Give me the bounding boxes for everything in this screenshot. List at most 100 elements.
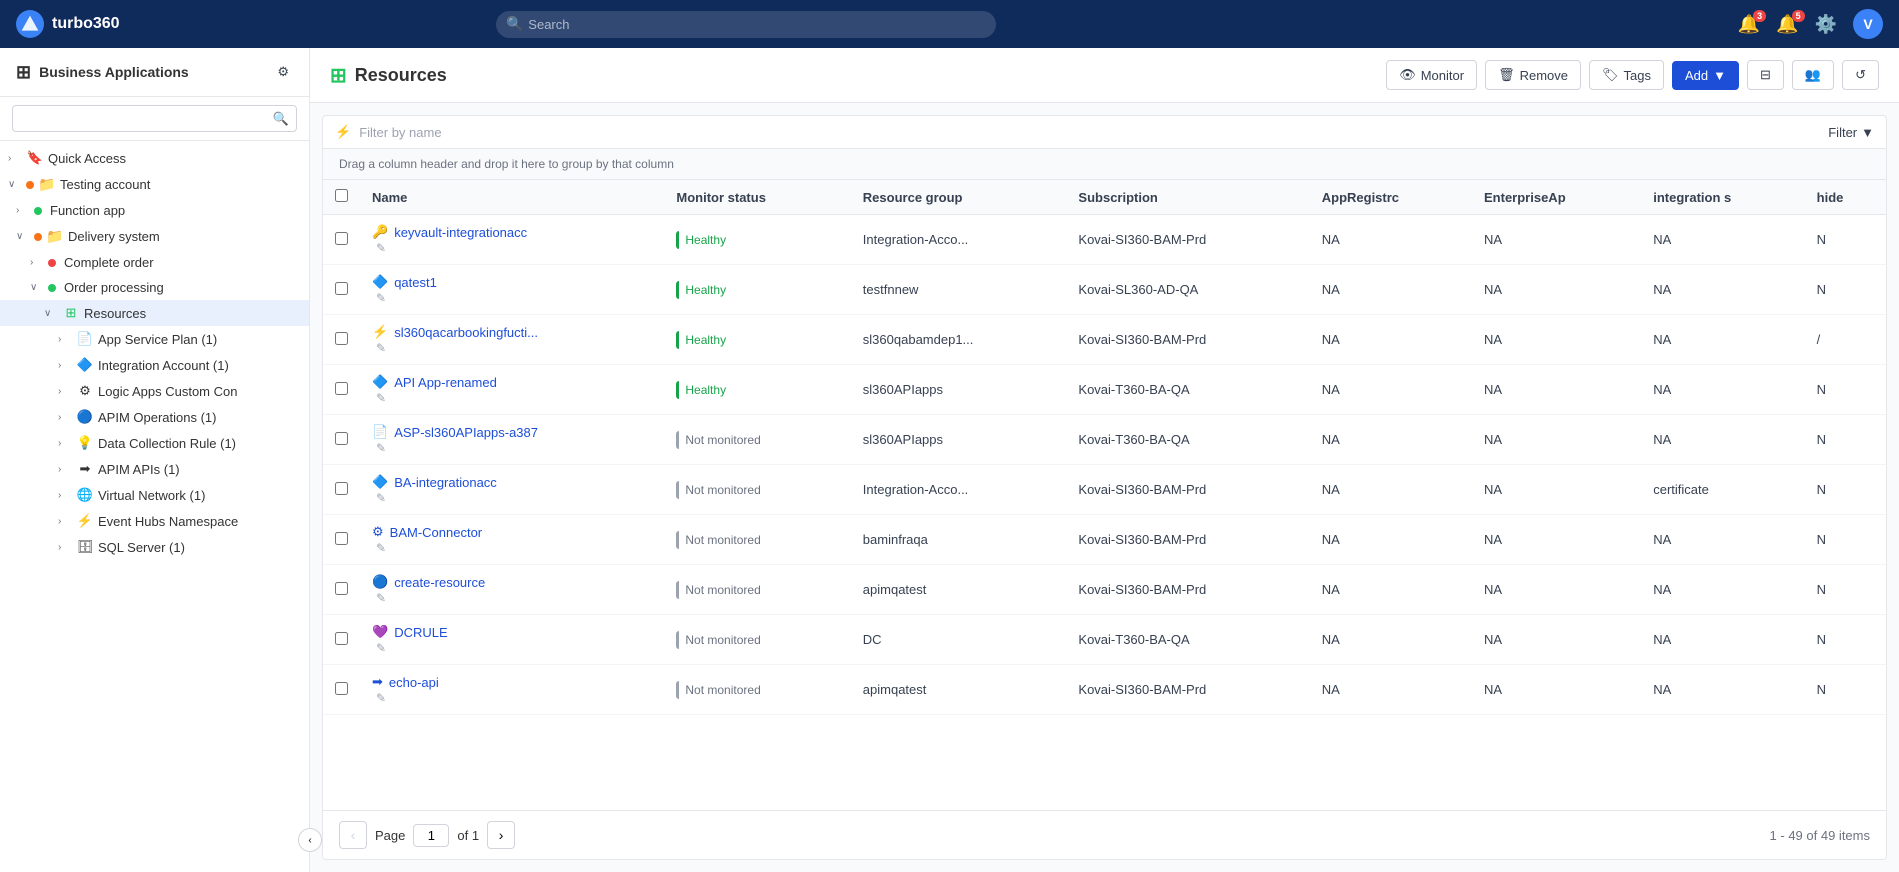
add-button[interactable]: Add ▼ bbox=[1672, 61, 1739, 90]
row-rg-cell-8: DC bbox=[851, 615, 1067, 665]
sidebar-settings-button[interactable]: ⚙ bbox=[273, 60, 293, 84]
resource-link-5[interactable]: 🔷 BA-integrationacc bbox=[372, 474, 652, 490]
alerts-button[interactable]: 🔔 5 bbox=[1776, 14, 1798, 35]
resource-link-1[interactable]: 🔷 qatest1 bbox=[372, 274, 652, 290]
resource-link-2[interactable]: ⚡ sl360qacarbookingfucti... bbox=[372, 324, 652, 340]
sidebar-collapse-button[interactable]: ‹ bbox=[298, 828, 322, 852]
page-input[interactable] bbox=[413, 824, 449, 847]
prev-page-button[interactable]: ‹ bbox=[339, 821, 367, 849]
sql-server-icon: 🗄 bbox=[76, 539, 94, 555]
delivery-system-arrow: ∨ bbox=[16, 231, 30, 242]
sidebar-item-apim-apis[interactable]: › ➡ APIM APIs (1) bbox=[0, 456, 309, 482]
app-logo[interactable]: turbo360 bbox=[16, 10, 120, 38]
edit-icon-2[interactable]: ✎ bbox=[376, 341, 386, 355]
edit-icon-7[interactable]: ✎ bbox=[376, 591, 386, 605]
resource-link-9[interactable]: ➡ echo-api bbox=[372, 674, 652, 690]
sidebar-item-apim-operations[interactable]: › 🔵 APIM Operations (1) bbox=[0, 404, 309, 430]
search-input[interactable] bbox=[496, 11, 996, 38]
edit-icon-9[interactable]: ✎ bbox=[376, 691, 386, 705]
row-hide-cell-1: N bbox=[1805, 265, 1886, 315]
virtual-network-icon: 🌐 bbox=[76, 487, 94, 503]
sidebar-item-event-hubs-namespace[interactable]: › ⚡ Event Hubs Namespace bbox=[0, 508, 309, 534]
row-sub-cell-6: Kovai-SI360-BAM-Prd bbox=[1066, 515, 1309, 565]
user-avatar[interactable]: V bbox=[1853, 9, 1883, 39]
edit-icon-8[interactable]: ✎ bbox=[376, 641, 386, 655]
row-checkbox-5[interactable] bbox=[335, 482, 348, 495]
sidebar-item-app-service-plan[interactable]: › 📄 App Service Plan (1) bbox=[0, 326, 309, 352]
sidebar-item-function-app[interactable]: › Function app bbox=[0, 198, 309, 223]
filter-chevron-icon: ▼ bbox=[1861, 125, 1874, 140]
next-page-button[interactable]: › bbox=[487, 821, 515, 849]
drag-hint: Drag a column header and drop it here to… bbox=[323, 149, 1886, 180]
filter-right[interactable]: Filter ▼ bbox=[1828, 125, 1874, 140]
monitor-button[interactable]: 👁 Monitor bbox=[1386, 60, 1477, 90]
row-checkbox-4[interactable] bbox=[335, 432, 348, 445]
testing-account-arrow: ∨ bbox=[8, 179, 22, 190]
event-hubs-icon: ⚡ bbox=[76, 513, 94, 529]
row-enterprise-cell-2: NA bbox=[1472, 315, 1641, 365]
row-checkbox-6[interactable] bbox=[335, 532, 348, 545]
row-enterprise-cell-4: NA bbox=[1472, 415, 1641, 465]
users-button[interactable]: 👥 bbox=[1792, 60, 1834, 90]
more-options-button[interactable]: ↺ bbox=[1842, 60, 1879, 90]
row-checkbox-7[interactable] bbox=[335, 582, 348, 595]
apim-operations-icon: 🔵 bbox=[76, 409, 94, 425]
sidebar-item-quick-access[interactable]: › 🔖 Quick Access bbox=[0, 145, 309, 171]
sidebar-item-virtual-network[interactable]: › 🌐 Virtual Network (1) bbox=[0, 482, 309, 508]
table-row: 🔷 qatest1 ✎ Healthy testfnnew Kovai-SL36… bbox=[323, 265, 1886, 315]
resource-icon-2: ⚡ bbox=[372, 324, 388, 340]
row-checkbox-1[interactable] bbox=[335, 282, 348, 295]
row-checkbox-8[interactable] bbox=[335, 632, 348, 645]
complete-order-label: Complete order bbox=[64, 255, 154, 270]
edit-icon-4[interactable]: ✎ bbox=[376, 441, 386, 455]
sidebar-item-data-collection-rule[interactable]: › 💡 Data Collection Rule (1) bbox=[0, 430, 309, 456]
row-integration-cell-4: NA bbox=[1641, 415, 1804, 465]
sidebar-item-complete-order[interactable]: › Complete order bbox=[0, 250, 309, 275]
select-all-checkbox[interactable] bbox=[335, 189, 348, 202]
resource-link-3[interactable]: 🔷 API App-renamed bbox=[372, 374, 652, 390]
row-checkbox-cell-6 bbox=[323, 515, 360, 565]
table-row: ➡ echo-api ✎ Not monitored apimqatest Ko… bbox=[323, 665, 1886, 715]
settings-button[interactable]: ⚙️ bbox=[1815, 14, 1837, 35]
resource-link-0[interactable]: 🔑 keyvault-integrationacc bbox=[372, 224, 652, 240]
sidebar-item-logic-apps-custom[interactable]: › ⚙ Logic Apps Custom Con bbox=[0, 378, 309, 404]
edit-icon-3[interactable]: ✎ bbox=[376, 391, 386, 405]
columns-button[interactable]: ⊟ bbox=[1747, 60, 1784, 90]
sidebar-item-resources[interactable]: ∨ ⊞ Resources bbox=[0, 300, 309, 326]
row-hide-cell-8: N bbox=[1805, 615, 1886, 665]
edit-icon-0[interactable]: ✎ bbox=[376, 241, 386, 255]
search-container: 🔍 bbox=[496, 11, 996, 38]
table-row: 🔑 keyvault-integrationacc ✎ Healthy Inte… bbox=[323, 215, 1886, 265]
row-checkbox-cell-0 bbox=[323, 215, 360, 265]
resource-name-8: DCRULE bbox=[394, 625, 447, 640]
resource-link-7[interactable]: 🔵 create-resource bbox=[372, 574, 652, 590]
sidebar-item-testing-account[interactable]: ∨ 📁 Testing account bbox=[0, 171, 309, 198]
row-checkbox-0[interactable] bbox=[335, 232, 348, 245]
resource-link-6[interactable]: ⚙ BAM-Connector bbox=[372, 524, 652, 540]
edit-icon-6[interactable]: ✎ bbox=[376, 541, 386, 555]
resource-link-8[interactable]: 💜 DCRULE bbox=[372, 624, 652, 640]
row-rg-cell-0: Integration-Acco... bbox=[851, 215, 1067, 265]
edit-icon-5[interactable]: ✎ bbox=[376, 491, 386, 505]
sidebar-item-integration-account[interactable]: › 🔷 Integration Account (1) bbox=[0, 352, 309, 378]
notifications-button[interactable]: 🔔 3 bbox=[1738, 14, 1760, 35]
row-checkbox-2[interactable] bbox=[335, 332, 348, 345]
row-name-cell-8: 💜 DCRULE ✎ bbox=[360, 615, 664, 665]
row-checkbox-3[interactable] bbox=[335, 382, 348, 395]
sidebar-wrapper: ⊞ Business Applications ⚙ 🔍 › 🔖 Quick Ac… bbox=[0, 48, 310, 872]
edit-icon-1[interactable]: ✎ bbox=[376, 291, 386, 305]
delivery-system-dot bbox=[34, 233, 42, 241]
sidebar-item-delivery-system[interactable]: ∨ 📁 Delivery system bbox=[0, 223, 309, 250]
sidebar-item-sql-server[interactable]: › 🗄 SQL Server (1) bbox=[0, 534, 309, 560]
status-badge-9: Not monitored bbox=[676, 681, 768, 699]
sidebar-search-input[interactable] bbox=[12, 105, 297, 132]
row-checkbox-9[interactable] bbox=[335, 682, 348, 695]
status-badge-6: Not monitored bbox=[676, 531, 768, 549]
row-status-cell-9: Not monitored bbox=[664, 665, 850, 715]
tags-button[interactable]: 🏷 Tags bbox=[1589, 60, 1664, 90]
resource-icon-1: 🔷 bbox=[372, 274, 388, 290]
sidebar-item-order-processing[interactable]: ∨ Order processing bbox=[0, 275, 309, 300]
resource-link-4[interactable]: 📄 ASP-sl360APIapps-a387 bbox=[372, 424, 652, 440]
order-processing-arrow: ∨ bbox=[30, 282, 44, 293]
remove-button[interactable]: 🗑 Remove bbox=[1485, 60, 1581, 90]
